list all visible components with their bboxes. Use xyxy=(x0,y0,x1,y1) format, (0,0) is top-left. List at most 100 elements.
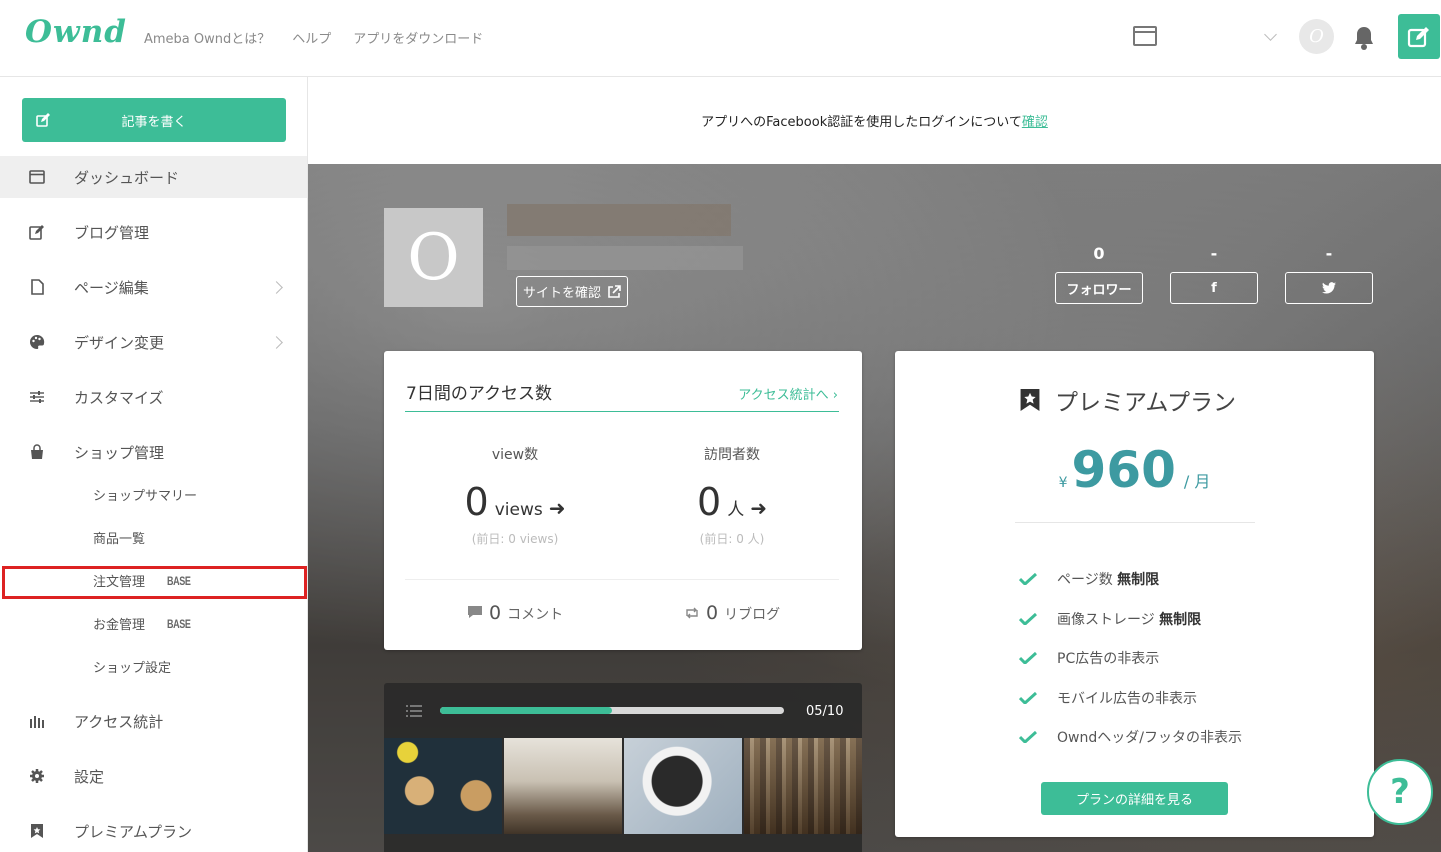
sidebar-item-blog[interactable]: ブログ管理 xyxy=(0,211,307,253)
bell-icon[interactable] xyxy=(1353,25,1375,51)
visitors-unit: 人 xyxy=(727,500,745,520)
feature-label: 画像ストレージ xyxy=(1057,612,1160,628)
sidebar-item-settings[interactable]: 設定 xyxy=(0,755,307,797)
premium-feature: モバイル広告の非表示 xyxy=(1019,688,1197,708)
site-preview-icon[interactable] xyxy=(1133,26,1157,46)
sidebar-item-analytics[interactable]: アクセス統計 xyxy=(0,700,307,742)
edit-icon xyxy=(29,224,45,240)
check-icon xyxy=(1019,731,1037,743)
shop-sub-products[interactable]: 商品一覧 xyxy=(93,528,145,547)
twitter-stat: - xyxy=(1285,244,1373,304)
visitors-value-row: 0 人 ➜ xyxy=(632,480,832,524)
facebook-count: - xyxy=(1210,244,1218,263)
notice-text: アプリへのFacebook認証を使用したログインについて xyxy=(701,115,1022,130)
check-icon xyxy=(1019,652,1037,664)
twitter-button[interactable] xyxy=(1285,272,1373,304)
reblog-label: リブログ xyxy=(724,607,781,623)
theme-thumbnail[interactable] xyxy=(744,738,862,834)
ownd-logo[interactable]: Ownd xyxy=(25,14,127,50)
plan-details-button[interactable]: プランの詳細を見る xyxy=(1041,782,1228,815)
sidebar-item-label: カスタマイズ xyxy=(74,388,164,407)
reblog-stat[interactable]: 0 リブログ xyxy=(684,602,780,624)
sidebar-item-shop[interactable]: ショップ管理 xyxy=(0,431,307,473)
nav-link-app-download[interactable]: アプリをダウンロード xyxy=(353,28,483,47)
sidebar-item-label: 設定 xyxy=(74,767,105,786)
theme-thumbnail[interactable] xyxy=(624,738,742,834)
dashboard-hero: O サイトを確認 0 フォロワー - f - 7日間のアクセス数 アクセス統計へ… xyxy=(308,164,1441,852)
feature-label: ページ数 xyxy=(1057,572,1118,588)
external-link-icon xyxy=(608,284,621,298)
site-name-redacted xyxy=(507,204,731,236)
sidebar-item-premium[interactable]: プレミアムプラン xyxy=(0,810,307,852)
premium-title: プレミアムプラン xyxy=(1019,383,1236,417)
feature-emphasis: 無制限 xyxy=(1159,612,1202,628)
shop-sub-money[interactable]: お金管理 BASE xyxy=(93,614,198,634)
theme-progress-card: 05/10 xyxy=(384,683,862,852)
write-article-icon-button[interactable] xyxy=(1398,14,1440,59)
chevron-right-icon xyxy=(270,280,283,294)
sidebar-item-label: デザイン変更 xyxy=(74,333,165,352)
arrow-right-icon: ➜ xyxy=(750,496,767,520)
chevron-down-icon[interactable] xyxy=(1264,28,1277,41)
nav-link-about[interactable]: Ameba Owndとは？ xyxy=(144,28,270,47)
reblog-icon xyxy=(686,607,698,619)
star-badge-icon xyxy=(29,823,45,839)
feature-text: ページ数 無制限 xyxy=(1057,569,1159,589)
feature-label: PC広告の非表示 xyxy=(1057,651,1160,667)
check-icon xyxy=(1019,613,1037,625)
sidebar-item-label: ダッシュボード xyxy=(74,168,180,187)
facebook-button[interactable]: f xyxy=(1170,272,1258,304)
avatar[interactable]: O xyxy=(1299,19,1334,54)
twitter-icon xyxy=(1322,282,1336,294)
comment-stat[interactable]: 0 コメント xyxy=(467,602,563,624)
views-unit: views xyxy=(494,500,543,520)
visitors-value: 0 xyxy=(697,480,722,524)
price-currency: ¥ xyxy=(1058,475,1068,491)
notice-link[interactable]: 確認 xyxy=(1022,111,1048,130)
browser-icon xyxy=(29,169,45,185)
shop-sub-label: ショップサマリー xyxy=(93,489,198,504)
list-icon[interactable] xyxy=(406,705,422,717)
sliders-icon xyxy=(29,389,45,405)
sidebar-item-label: ページ編集 xyxy=(74,278,149,297)
check-icon xyxy=(1019,573,1037,585)
sidebar-item-design[interactable]: デザイン変更 xyxy=(0,321,307,363)
premium-feature: 画像ストレージ 無制限 xyxy=(1019,609,1201,629)
sidebar-item-dashboard[interactable]: ダッシュボード xyxy=(0,156,307,198)
gear-icon xyxy=(29,768,45,784)
views-previous: (前日: 0 views) xyxy=(471,532,559,546)
site-thumbnail[interactable]: O xyxy=(384,208,483,307)
view-site-button[interactable]: サイトを確認 xyxy=(516,276,629,307)
sidebar-item-label: プレミアムプラン xyxy=(74,822,193,841)
palette-icon xyxy=(29,334,45,350)
comment-label: コメント xyxy=(507,607,564,623)
view-site-label: サイトを確認 xyxy=(523,286,602,301)
divider xyxy=(405,579,839,580)
shop-sub-settings[interactable]: ショップ設定 xyxy=(93,657,171,676)
premium-feature: ページ数 無制限 xyxy=(1019,569,1159,589)
access-stats-link[interactable]: アクセス統計へ › xyxy=(738,384,838,403)
shop-sub-summary[interactable]: ショップサマリー xyxy=(93,485,197,504)
nav-link-help[interactable]: ヘルプ xyxy=(292,28,331,47)
feature-emphasis: 無制限 xyxy=(1117,572,1160,588)
write-article-label: 記事を書く xyxy=(121,114,187,130)
theme-thumbnail[interactable] xyxy=(504,738,622,834)
twitter-count: - xyxy=(1325,244,1333,263)
premium-title-label: プレミアムプラン xyxy=(1055,390,1237,416)
base-logo: BASE xyxy=(167,616,191,631)
shop-sub-label: 商品一覧 xyxy=(93,532,146,547)
write-article-button[interactable]: 記事を書く xyxy=(22,98,286,142)
highlight-box xyxy=(2,566,307,599)
follower-button[interactable]: フォロワー xyxy=(1055,272,1143,304)
access-card: 7日間のアクセス数 アクセス統計へ › view数 0 views ➜ (前日:… xyxy=(384,351,862,650)
progress-bar xyxy=(440,707,784,714)
help-button[interactable]: ? xyxy=(1367,759,1433,825)
access-title: 7日間のアクセス数 xyxy=(406,384,552,404)
premium-plan-card: プレミアムプラン ¥ 960 / 月 ページ数 無制限 画像ストレージ 無制限 … xyxy=(895,351,1374,837)
sidebar-item-customize[interactable]: カスタマイズ xyxy=(0,376,307,418)
facebook-stat: - f xyxy=(1170,244,1258,304)
sidebar-item-pages[interactable]: ページ編集 xyxy=(0,266,307,308)
theme-thumbnail[interactable] xyxy=(384,738,502,834)
facebook-icon: f xyxy=(1211,280,1217,296)
sidebar-item-label: ブログ管理 xyxy=(74,223,150,242)
